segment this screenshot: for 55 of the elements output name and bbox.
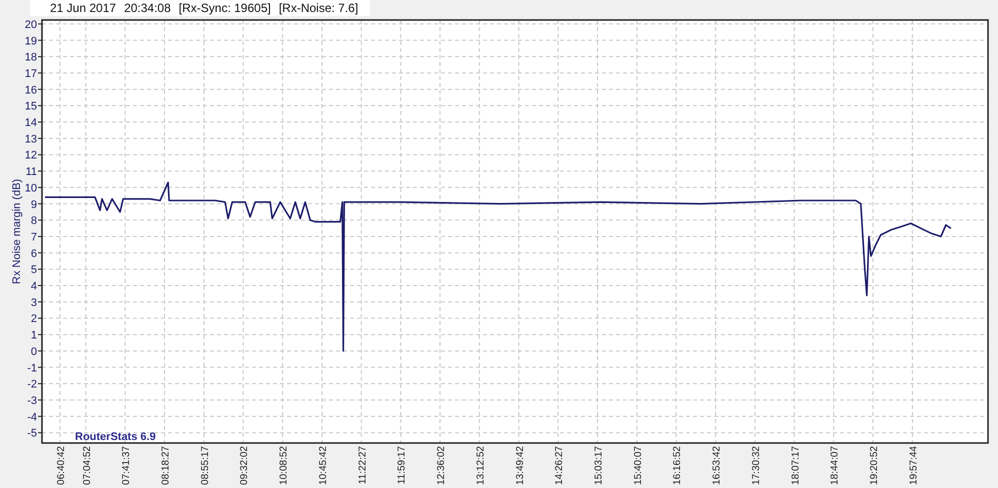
tick-label: 12:36:02 bbox=[436, 446, 447, 485]
sync-text: [Rx-Sync: 19605] bbox=[178, 1, 271, 15]
tick-label: -1 bbox=[27, 362, 37, 374]
tick-label: 10:45:42 bbox=[318, 446, 329, 485]
noise-text: [Rx-Noise: 7.6] bbox=[278, 1, 358, 15]
tick-label: 16:16:52 bbox=[672, 446, 684, 485]
tick-label: 8 bbox=[30, 215, 37, 228]
tick-label: 14:26:27 bbox=[554, 446, 566, 485]
tick-label: 13:12:52 bbox=[475, 446, 486, 485]
axis-title: Rx Noise margin (dB) bbox=[11, 178, 23, 284]
tick-label: 5 bbox=[30, 264, 37, 276]
watermark-label: RouterStats 6.9 bbox=[75, 431, 156, 443]
tick-label: 14 bbox=[24, 117, 37, 130]
tick-label: 17:30:32 bbox=[750, 446, 762, 485]
tick-label: 17 bbox=[24, 68, 37, 80]
tick-label: 09:32:02 bbox=[239, 446, 250, 485]
tick-label: 16 bbox=[24, 84, 37, 96]
tick-label: 13:49:42 bbox=[514, 446, 526, 485]
tick-label: 16:53:42 bbox=[712, 446, 723, 485]
tick-label: 18:07:17 bbox=[790, 446, 802, 485]
tick-label: 1 bbox=[30, 330, 37, 342]
tick-label: 08:18:27 bbox=[160, 446, 172, 485]
tick-label: 20 bbox=[24, 18, 37, 31]
date-text: 21 Jun 2017 bbox=[50, 1, 116, 15]
tick-label: 2 bbox=[30, 313, 37, 326]
tick-label: 10 bbox=[24, 182, 37, 194]
tick-label: 11 bbox=[26, 166, 37, 178]
tick-label: 9 bbox=[30, 198, 37, 211]
tick-label: 11:22:27 bbox=[357, 446, 368, 484]
tick-label: 0 bbox=[30, 346, 37, 358]
tick-label: 19:57:44 bbox=[908, 446, 920, 485]
tick-label: 12 bbox=[24, 150, 37, 162]
tick-label: 07:41:37 bbox=[121, 446, 132, 485]
tick-label: 18 bbox=[24, 52, 37, 64]
tick-label: 15:03:17 bbox=[594, 446, 604, 485]
tick-label: 7 bbox=[30, 231, 37, 244]
tick-label: 13 bbox=[24, 133, 37, 146]
tick-label: 19:20:52 bbox=[869, 446, 880, 485]
tick-label: -5 bbox=[27, 428, 37, 440]
tick-label: 07:04:52 bbox=[82, 446, 93, 485]
tick-label: 15 bbox=[24, 100, 37, 113]
tick-label: -2 bbox=[27, 378, 37, 391]
tick-label: 06:40:42 bbox=[56, 446, 67, 485]
tick-label: -4 bbox=[27, 411, 37, 424]
tick-label: 3 bbox=[30, 296, 37, 309]
tick-label: -3 bbox=[27, 395, 37, 407]
tick-label: 6 bbox=[30, 248, 37, 260]
tick-label: 19 bbox=[24, 35, 37, 48]
tick-label: 08:55:17 bbox=[200, 446, 211, 485]
tick-label: 11:59:17 bbox=[396, 446, 408, 484]
tick-label: 18:44:07 bbox=[830, 446, 841, 485]
tick-label: 10:08:52 bbox=[278, 446, 290, 485]
tick-label: 15:40:07 bbox=[632, 446, 644, 485]
time-text: 20:34:08 bbox=[124, 1, 171, 15]
tick-label: 4 bbox=[30, 280, 37, 293]
